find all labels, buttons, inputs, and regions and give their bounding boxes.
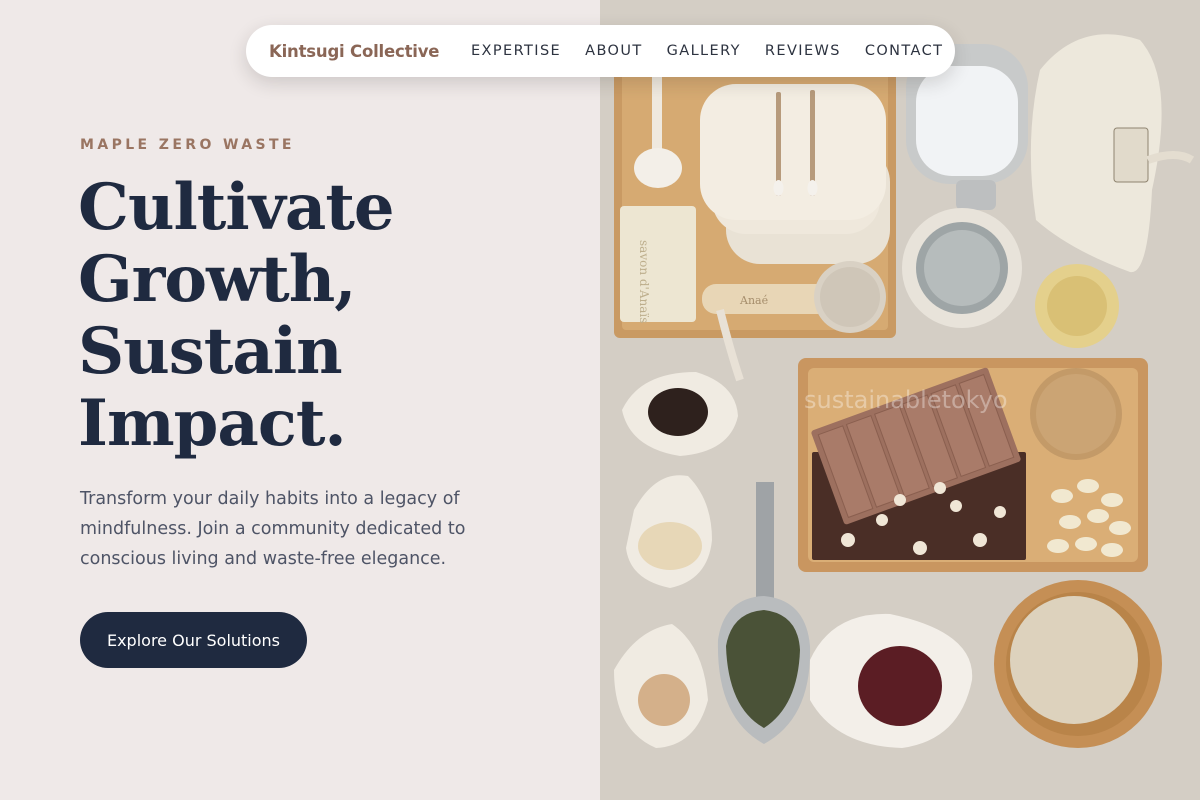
brand-logo[interactable]: Kintsugi Collective [269,42,471,61]
explore-solutions-button[interactable]: Explore Our Solutions [80,612,307,668]
photo-watermark: sustainabletokyo [804,386,1008,414]
zero-waste-flatlay-image: savon d'Anaïs Anaé sustainabletokyo [600,0,1200,800]
hero-photo: savon d'Anaïs Anaé sustainabletokyo [600,0,1200,800]
hero-eyebrow: MAPLE ZERO WASTE [80,137,295,153]
headline-line: Cultivate [78,170,395,245]
nav-link-reviews[interactable]: REVIEWS [765,43,841,59]
brush-engraving: Anaé [739,294,768,307]
headline-line: Sustain [78,314,343,389]
nav-link-about[interactable]: ABOUT [585,43,643,59]
nav-links: EXPERTISE ABOUT GALLERY REVIEWS CONTACT [471,43,943,59]
headline-line: Growth, [78,242,357,317]
nav-link-gallery[interactable]: GALLERY [667,43,741,59]
soap-engraving: savon d'Anaïs [637,240,651,323]
nav-link-expertise[interactable]: EXPERTISE [471,43,561,59]
headline-line: Impact. [78,386,347,461]
hero-section: MAPLE ZERO WASTE Cultivate Growth, Susta… [0,0,600,800]
top-nav: Kintsugi Collective EXPERTISE ABOUT GALL… [246,25,955,77]
nav-link-contact[interactable]: CONTACT [865,43,944,59]
hero-headline: Cultivate Growth, Sustain Impact. [78,172,538,460]
hero-subtext: Transform your daily habits into a legac… [80,489,466,569]
